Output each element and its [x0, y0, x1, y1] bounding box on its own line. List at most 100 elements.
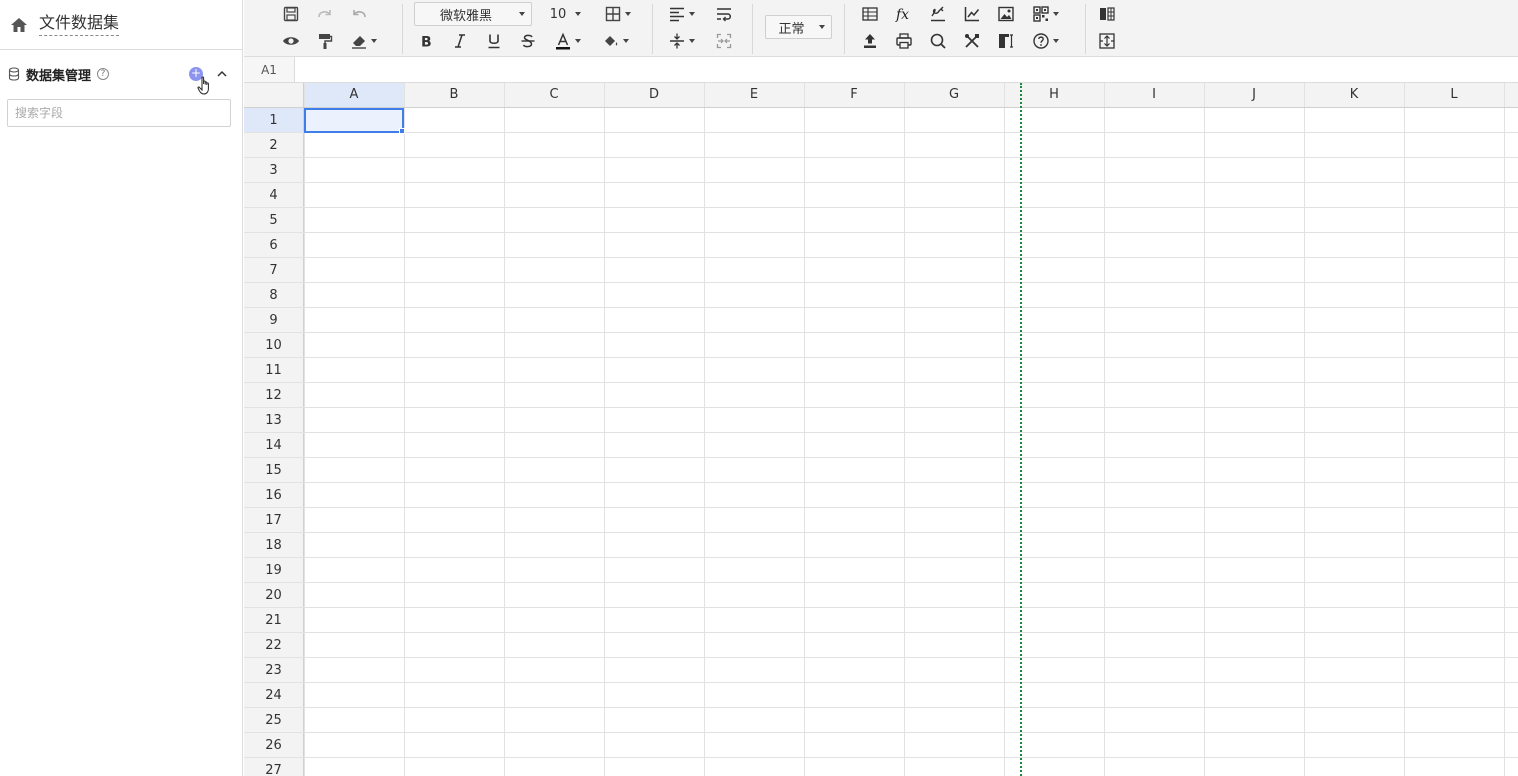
borders-icon[interactable] — [604, 4, 636, 24]
row-header-22[interactable]: 22 — [244, 633, 303, 658]
row-header-15[interactable]: 15 — [244, 458, 303, 483]
selected-cell[interactable] — [304, 108, 404, 133]
format-painter-icon[interactable] — [314, 31, 336, 51]
row-header-21[interactable]: 21 — [244, 608, 303, 633]
dataset-manager-header: 数据集管理 ? + — [8, 64, 230, 95]
row-header-25[interactable]: 25 — [244, 708, 303, 733]
tools-icon[interactable] — [961, 31, 983, 51]
help-circle-icon[interactable]: ? — [97, 68, 110, 80]
column-header-f[interactable]: F — [804, 83, 904, 107]
grid-lines — [244, 83, 1518, 776]
page-break-line — [1020, 83, 1022, 776]
chevron-up-icon[interactable] — [216, 68, 228, 80]
row-header-10[interactable]: 10 — [244, 333, 303, 358]
row-header-23[interactable]: 23 — [244, 658, 303, 683]
row-header-9[interactable]: 9 — [244, 308, 303, 333]
fill-color-icon[interactable] — [602, 31, 634, 51]
spreadsheet-grid[interactable]: ABCDEFGHIJKL 1 2 3 4 5 6 7 8 9 10 11 12 13 14 15 16 17 18… — [244, 83, 1518, 776]
column-header-e[interactable]: E — [704, 83, 804, 107]
cell-reference-box[interactable]: A1 — [244, 57, 295, 82]
chart-icon[interactable] — [961, 4, 983, 24]
row-header-17[interactable]: 17 — [244, 508, 303, 533]
sidebar: 文件数据集 数据集管理 ? + — [0, 0, 243, 776]
database-icon — [8, 67, 20, 81]
italic-icon[interactable] — [449, 31, 471, 51]
field-search-input[interactable] — [7, 99, 231, 127]
sidebar-title[interactable]: 文件数据集 — [39, 13, 120, 36]
search-icon[interactable] — [927, 31, 949, 51]
row-header-6[interactable]: 6 — [244, 233, 303, 258]
column-header-l[interactable]: L — [1404, 83, 1504, 107]
save-icon[interactable] — [280, 4, 302, 24]
toolbar-separator — [844, 4, 845, 54]
column-header-h[interactable]: H — [1004, 83, 1104, 107]
toolbar-separator — [652, 4, 653, 54]
image-icon[interactable] — [995, 4, 1017, 24]
spreadsheet-app: 文件数据集 数据集管理 ? + 搜索字段 微软雅黑 10 B 正常 fx A1 … — [0, 0, 1518, 776]
row-header-12[interactable]: 12 — [244, 383, 303, 408]
vertical-align-icon[interactable] — [668, 31, 700, 51]
row-header-18[interactable]: 18 — [244, 533, 303, 558]
font-size-value: 10 — [549, 6, 567, 22]
redo-icon[interactable] — [314, 4, 336, 24]
merge-cells-icon[interactable] — [713, 31, 735, 51]
column-header-k[interactable]: K — [1304, 83, 1404, 107]
upload-icon[interactable] — [859, 31, 881, 51]
align-left-icon[interactable] — [668, 4, 700, 24]
column-header-d[interactable]: D — [604, 83, 704, 107]
qrcode-icon[interactable] — [1032, 4, 1064, 24]
row-header-20[interactable]: 20 — [244, 583, 303, 608]
function-icon[interactable]: fx — [893, 4, 915, 24]
column-header-b[interactable]: B — [404, 83, 504, 107]
row-header-4[interactable]: 4 — [244, 183, 303, 208]
hand-cursor-icon — [197, 76, 209, 95]
strikethrough-icon[interactable] — [517, 31, 539, 51]
print-icon[interactable] — [893, 31, 915, 51]
wrap-text-icon[interactable] — [713, 4, 735, 24]
toolbar-separator — [1085, 4, 1086, 54]
freeze-icon[interactable] — [995, 31, 1017, 51]
row-header-14[interactable]: 14 — [244, 433, 303, 458]
formula-bar: A1 — [244, 57, 1518, 83]
dataset-manager-label: 数据集管理 — [26, 68, 92, 84]
row-header-8[interactable]: 8 — [244, 283, 303, 308]
svg-text:fx: fx — [895, 7, 909, 23]
eraser-icon[interactable] — [350, 31, 382, 51]
table-icon[interactable] — [859, 4, 881, 24]
row-header-24[interactable]: 24 — [244, 683, 303, 708]
expand-icon[interactable] — [1096, 31, 1118, 51]
row-header-3[interactable]: 3 — [244, 158, 303, 183]
row-header-7[interactable]: 7 — [244, 258, 303, 283]
display-mode-select[interactable]: 正常 — [765, 15, 832, 39]
column-header-g[interactable]: G — [904, 83, 1004, 107]
toolbar-separator — [402, 4, 403, 54]
row-header-5[interactable]: 5 — [244, 208, 303, 233]
font-color-icon[interactable] — [554, 31, 586, 51]
fill-handle[interactable] — [399, 128, 405, 134]
font-size-select[interactable]: 10 — [542, 2, 588, 26]
row-header-16[interactable]: 16 — [244, 483, 303, 508]
home-icon[interactable] — [10, 16, 28, 34]
sign-icon[interactable] — [927, 4, 949, 24]
underline-icon[interactable] — [483, 31, 505, 51]
row-header-13[interactable]: 13 — [244, 408, 303, 433]
toolbar: 微软雅黑 10 B 正常 fx — [244, 0, 1518, 57]
font-family-value: 微软雅黑 — [439, 8, 492, 24]
column-header-i[interactable]: I — [1104, 83, 1204, 107]
row-header-19[interactable]: 19 — [244, 558, 303, 583]
font-family-select[interactable]: 微软雅黑 — [414, 2, 532, 26]
row-header-2[interactable]: 2 — [244, 133, 303, 158]
bold-icon[interactable]: B — [415, 31, 437, 51]
row-header-27[interactable]: 27 — [244, 758, 303, 776]
preview-icon[interactable] — [280, 31, 302, 51]
column-header-a[interactable]: A — [304, 83, 404, 107]
help-icon[interactable] — [1032, 31, 1064, 51]
column-header-c[interactable]: C — [504, 83, 604, 107]
toolbar-separator — [752, 4, 753, 54]
row-header-26[interactable]: 26 — [244, 733, 303, 758]
column-header-j[interactable]: J — [1204, 83, 1304, 107]
row-header-1[interactable]: 1 — [244, 108, 303, 133]
row-header-11[interactable]: 11 — [244, 358, 303, 383]
undo-icon[interactable] — [348, 4, 370, 24]
form-icon[interactable] — [1096, 4, 1118, 24]
